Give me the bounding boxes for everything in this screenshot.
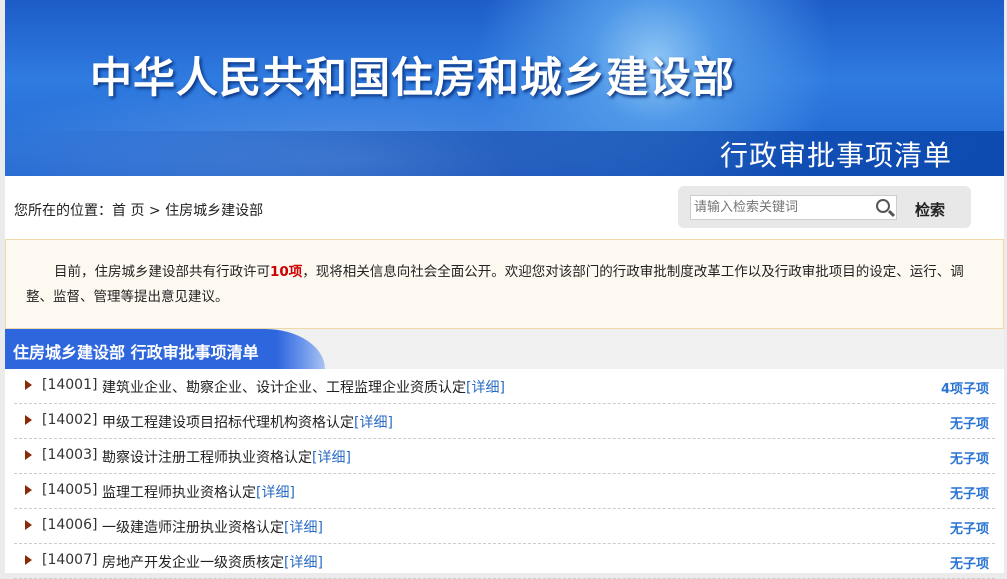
breadcrumb-prefix: 您所在的位置： xyxy=(14,203,112,219)
subitem-count-link[interactable]: 无子项 xyxy=(950,413,989,432)
subitem-count-link[interactable]: 无子项 xyxy=(950,448,989,467)
item-title: 一级建造师注册执业资格认定[详细] xyxy=(102,517,323,537)
section-title: 住房城乡建设部 行政审批事项清单 xyxy=(13,343,259,362)
triangle-bullet-icon xyxy=(25,520,32,530)
item-detail-link[interactable]: [详细] xyxy=(354,415,393,431)
item-name-link[interactable]: 监理工程师执业资格认定 xyxy=(102,485,256,501)
list-item: [14007] 房地产开发企业一级资质核定[详细] 无子项 xyxy=(14,544,995,579)
subitem-count-link[interactable]: 无子项 xyxy=(950,518,989,537)
item-title: 房地产开发企业一级资质核定[详细] xyxy=(102,552,323,572)
item-title: 监理工程师执业资格认定[详细] xyxy=(102,482,295,502)
search-icon[interactable] xyxy=(876,199,890,213)
banner-subtitle: 行政审批事项清单 xyxy=(719,139,952,172)
item-name-link[interactable]: 甲级工程建设项目招标代理机构资格认定 xyxy=(102,415,354,431)
item-name-link[interactable]: 建筑业企业、勘察企业、设计企业、工程监理企业资质认定 xyxy=(102,380,466,396)
item-detail-link[interactable]: [详细] xyxy=(256,485,295,501)
breadcrumb-current: 住房城乡建设部 xyxy=(165,203,264,219)
search-button[interactable]: 检索 xyxy=(915,199,945,220)
subitem-count-link[interactable]: 无子项 xyxy=(950,553,989,572)
site-title: 中华人民共和国住房和城乡建设部 xyxy=(90,53,736,102)
header-banner: 中华人民共和国住房和城乡建设部 行政审批事项清单 xyxy=(5,0,1004,176)
item-detail-link[interactable]: [详细] xyxy=(466,380,505,396)
section-tab: 住房城乡建设部 行政审批事项清单 xyxy=(5,329,325,369)
list-item: [14005] 监理工程师执业资格认定[详细] 无子项 xyxy=(14,474,995,509)
item-name-link[interactable]: 房地产开发企业一级资质核定 xyxy=(102,555,284,571)
item-code: [14007] xyxy=(42,552,98,568)
item-name-link[interactable]: 勘察设计注册工程师执业资格认定 xyxy=(102,450,312,466)
subitem-count-link[interactable]: 无子项 xyxy=(950,483,989,502)
section-header: 住房城乡建设部 行政审批事项清单 xyxy=(5,329,1004,369)
item-code: [14003] xyxy=(42,447,98,463)
breadcrumb-home-link[interactable]: 首 页 xyxy=(112,203,144,219)
list-item: [14006] 一级建造师注册执业资格认定[详细] 无子项 xyxy=(14,509,995,544)
triangle-bullet-icon xyxy=(25,450,32,460)
list-item: [14001] 建筑业企业、勘察企业、设计企业、工程监理企业资质认定[详细] 4… xyxy=(14,369,995,404)
item-code: [14002] xyxy=(42,412,98,428)
list-item: [14002] 甲级工程建设项目招标代理机构资格认定[详细] 无子项 xyxy=(14,404,995,439)
breadcrumb: 您所在的位置：首 页 > 住房城乡建设部 xyxy=(14,200,263,220)
item-name-link[interactable]: 一级建造师注册执业资格认定 xyxy=(102,520,284,536)
item-code: [14005] xyxy=(42,482,98,498)
search-input[interactable] xyxy=(690,195,897,220)
triangle-bullet-icon xyxy=(25,485,32,495)
item-code: [14001] xyxy=(42,377,98,393)
item-detail-link[interactable]: [详细] xyxy=(312,450,351,466)
notice-text-start: 目前，住房城乡建设部共有行政许可 xyxy=(54,264,270,280)
item-detail-link[interactable]: [详细] xyxy=(284,520,323,536)
triangle-bullet-icon xyxy=(25,555,32,565)
subitem-count-link[interactable]: 4项子项 xyxy=(941,378,989,397)
item-title: 甲级工程建设项目招标代理机构资格认定[详细] xyxy=(102,412,393,432)
item-detail-link[interactable]: [详细] xyxy=(284,555,323,571)
search-box: 检索 xyxy=(678,186,971,228)
item-code: [14006] xyxy=(42,517,98,533)
item-title: 建筑业企业、勘察企业、设计企业、工程监理企业资质认定[详细] xyxy=(102,377,505,397)
item-list: [14001] 建筑业企业、勘察企业、设计企业、工程监理企业资质认定[详细] 4… xyxy=(14,369,995,579)
item-title: 勘察设计注册工程师执业资格认定[详细] xyxy=(102,447,351,467)
list-item: [14003] 勘察设计注册工程师执业资格认定[详细] 无子项 xyxy=(14,439,995,474)
page: 中华人民共和国住房和城乡建设部 行政审批事项清单 您所在的位置：首 页 > 住房… xyxy=(5,0,1004,579)
breadcrumb-separator: > xyxy=(148,203,161,219)
triangle-bullet-icon xyxy=(25,415,32,425)
triangle-bullet-icon xyxy=(25,380,32,390)
permit-count: 10项 xyxy=(270,264,303,280)
notice-box: 目前，住房城乡建设部共有行政许可10项，现将相关信息向社会全面公开。欢迎您对该部… xyxy=(5,239,1004,329)
